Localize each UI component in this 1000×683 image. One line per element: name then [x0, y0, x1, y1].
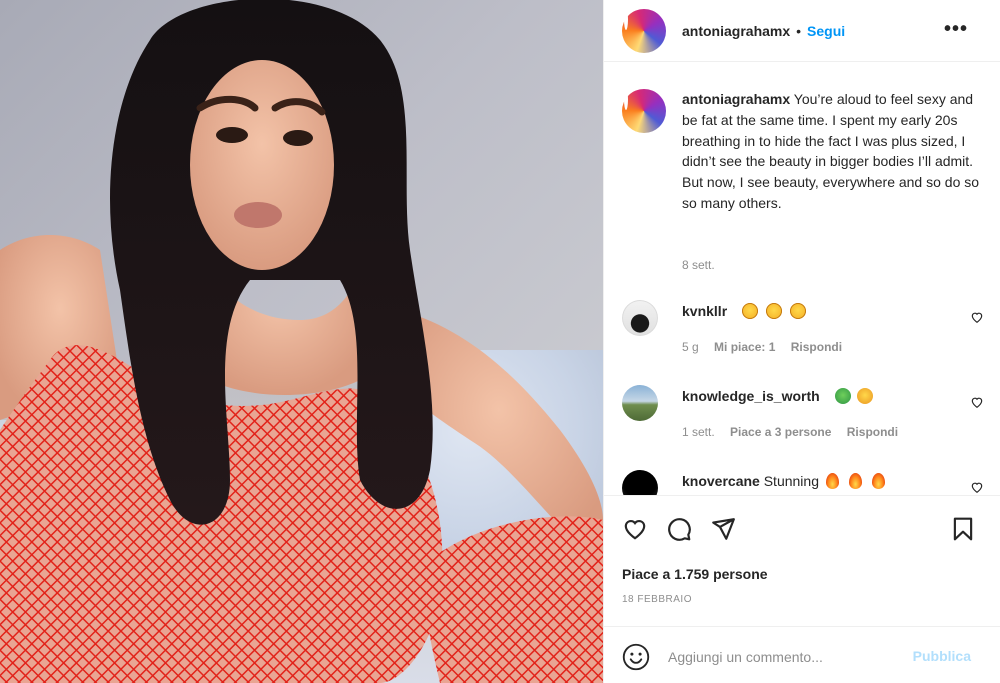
- comment-input[interactable]: [668, 645, 898, 669]
- caption-author-avatar[interactable]: [622, 89, 666, 133]
- comment-item: knowledge_is_worth 1 sett. Piace a 3 per…: [622, 385, 984, 445]
- comment-heart-icon[interactable]: [970, 310, 984, 324]
- rofl-emoji: [766, 303, 783, 319]
- add-comment-bar: Pubblica: [604, 626, 1000, 683]
- fire-emoji: [871, 473, 885, 489]
- comment-heart-icon[interactable]: [970, 395, 984, 409]
- comment-heart-icon[interactable]: [970, 480, 984, 494]
- comments-list[interactable]: antoniagrahamx You’re aloud to feel sexy…: [604, 63, 1000, 495]
- more-options-icon[interactable]: •••: [944, 19, 968, 39]
- separator-dot: •: [796, 22, 802, 39]
- comment-item: kvnkllr 5 g Mi piace: 1 Rispondi: [622, 300, 984, 360]
- sick-face-emoji: [834, 388, 851, 404]
- comment-time[interactable]: 5 g: [682, 340, 699, 354]
- comment-text: Stunning: [763, 473, 819, 489]
- likes-count[interactable]: Piace a 1.759 persone: [622, 566, 768, 582]
- comment-time[interactable]: 1 sett.: [682, 425, 715, 439]
- comment-item: knovercane Stunning: [622, 470, 984, 495]
- post-side-panel: antoniagrahamx • Segui ••• antoniagraham…: [603, 0, 1000, 683]
- comment-likes[interactable]: Piace a 3 persone: [730, 425, 831, 439]
- rofl-emoji: [742, 303, 759, 319]
- follow-button[interactable]: Segui: [807, 23, 845, 39]
- fire-emoji: [825, 473, 839, 489]
- caption: antoniagrahamx You’re aloud to feel sexy…: [622, 89, 982, 214]
- author-username[interactable]: antoniagrahamx: [682, 23, 790, 39]
- author-avatar[interactable]: [622, 8, 666, 53]
- post-date[interactable]: 18 FEBBRAIO: [622, 594, 692, 605]
- reply-button[interactable]: Rispondi: [847, 425, 898, 439]
- caption-text: antoniagrahamx You’re aloud to feel sexy…: [682, 89, 982, 214]
- comment-likes[interactable]: Mi piace: 1: [714, 340, 775, 354]
- caption-username[interactable]: antoniagrahamx: [682, 91, 790, 107]
- post-header: antoniagrahamx • Segui •••: [604, 0, 1000, 62]
- commenter-username[interactable]: kvnkllr: [682, 303, 727, 319]
- caption-timestamp[interactable]: 8 sett.: [682, 258, 715, 272]
- commenter-username[interactable]: knowledge_is_worth: [682, 388, 820, 404]
- fire-emoji: [848, 473, 862, 489]
- post-photo[interactable]: [0, 0, 603, 683]
- paper-plane-icon[interactable]: [710, 516, 736, 542]
- heart-icon[interactable]: [622, 516, 648, 542]
- rofl-emoji: [790, 303, 807, 319]
- photo-illustration: [0, 0, 603, 683]
- post-actions: Piace a 1.759 persone 18 FEBBRAIO: [604, 495, 1000, 625]
- publish-button[interactable]: Pubblica: [913, 648, 971, 664]
- caption-body: You’re aloud to feel sexy and be fat at …: [682, 91, 980, 211]
- instagram-post-view: antoniagrahamx • Segui ••• antoniagraham…: [0, 0, 1000, 683]
- commenter-avatar[interactable]: [622, 385, 658, 421]
- commenter-avatar[interactable]: [622, 470, 658, 495]
- smiley-icon[interactable]: [622, 643, 650, 671]
- bookmark-icon[interactable]: [950, 516, 976, 542]
- commenter-username[interactable]: knovercane: [682, 473, 760, 489]
- comment-icon[interactable]: [666, 516, 692, 542]
- reply-button[interactable]: Rispondi: [791, 340, 842, 354]
- commenter-avatar[interactable]: [622, 300, 658, 336]
- nauseated-face-emoji: [856, 388, 873, 404]
